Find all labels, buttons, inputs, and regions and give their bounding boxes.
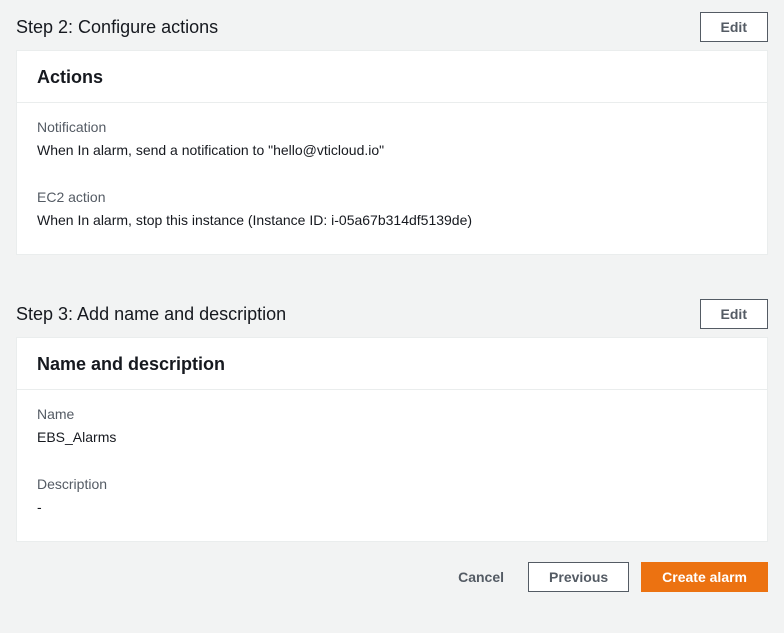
step2-section: Step 2: Configure actions Edit Actions N…	[0, 0, 784, 255]
ec2action-label: EC2 action	[37, 189, 747, 205]
notification-value: When In alarm, send a notification to "h…	[37, 141, 747, 161]
cancel-button[interactable]: Cancel	[446, 563, 516, 591]
name-desc-panel-header: Name and description	[17, 338, 767, 390]
notification-label: Notification	[37, 119, 747, 135]
name-label: Name	[37, 406, 747, 422]
actions-panel-title: Actions	[37, 67, 747, 88]
create-alarm-button[interactable]: Create alarm	[641, 562, 768, 592]
name-field: Name EBS_Alarms	[37, 406, 747, 448]
step2-title: Step 2: Configure actions	[16, 17, 218, 38]
section-gap	[0, 255, 784, 287]
step3-edit-button[interactable]: Edit	[700, 299, 768, 329]
name-desc-panel: Name and description Name EBS_Alarms Des…	[16, 337, 768, 542]
ec2action-field: EC2 action When In alarm, stop this inst…	[37, 189, 747, 231]
name-value: EBS_Alarms	[37, 428, 747, 448]
previous-button[interactable]: Previous	[528, 562, 629, 592]
step3-title: Step 3: Add name and description	[16, 304, 286, 325]
description-value: -	[37, 498, 747, 518]
description-label: Description	[37, 476, 747, 492]
step2-edit-button[interactable]: Edit	[700, 12, 768, 42]
name-desc-panel-body: Name EBS_Alarms Description -	[17, 390, 767, 541]
actions-panel-body: Notification When In alarm, send a notif…	[17, 103, 767, 254]
actions-panel: Actions Notification When In alarm, send…	[16, 50, 768, 255]
step2-header: Step 2: Configure actions Edit	[8, 8, 776, 50]
name-desc-panel-title: Name and description	[37, 354, 747, 375]
notification-field: Notification When In alarm, send a notif…	[37, 119, 747, 161]
description-field: Description -	[37, 476, 747, 518]
actions-panel-header: Actions	[17, 51, 767, 103]
ec2action-value: When In alarm, stop this instance (Insta…	[37, 211, 747, 231]
step3-section: Step 3: Add name and description Edit Na…	[0, 287, 784, 542]
step3-header: Step 3: Add name and description Edit	[8, 295, 776, 337]
wizard-footer: Cancel Previous Create alarm	[0, 542, 784, 592]
